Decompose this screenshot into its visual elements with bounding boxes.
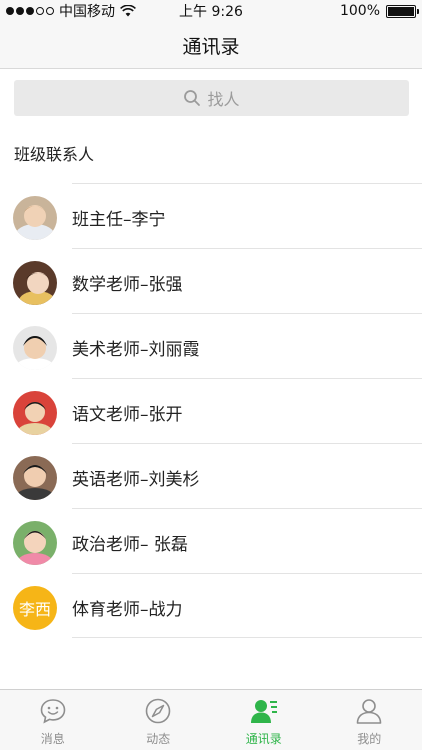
section-title: 班级联系人: [14, 145, 95, 164]
tab-label: 动态: [146, 732, 171, 746]
tab-label: 消息: [40, 732, 65, 746]
contact-name: 美术老师–刘丽霞: [72, 340, 200, 360]
contact-row[interactable]: 美术老师–刘丽霞: [0, 313, 422, 378]
tab-feed[interactable]: 动态: [106, 690, 212, 750]
avatar: [13, 326, 57, 370]
status-bar: 中国移动 上午 9:26 100%: [0, 0, 422, 22]
avatar: [13, 391, 57, 435]
page-title: 通讯录: [182, 35, 240, 58]
contact-name: 体育老师–战力: [72, 600, 183, 620]
battery-percent: 100%: [339, 3, 380, 19]
contact-row[interactable]: 政治老师– 张磊: [0, 508, 422, 573]
navigation-bar: 通讯录: [0, 22, 422, 69]
contact-row[interactable]: 语文老师–张开: [0, 378, 422, 443]
search-icon: [184, 90, 201, 106]
avatar: 李西: [13, 586, 57, 630]
contact-list: 班主任–李宁 数学老师–张强 美术老师–刘丽霞 语文老师–张开 英语老师–刘美杉…: [0, 183, 422, 638]
tab-label: 我的: [357, 732, 382, 746]
avatar: [13, 521, 57, 565]
tab-bar: 消息 动态 通讯录 我的: [0, 689, 422, 750]
tab-profile[interactable]: 我的: [317, 690, 422, 750]
tab-label: 通讯录: [245, 732, 282, 746]
profile-icon: [356, 699, 382, 724]
compass-icon: [145, 698, 171, 724]
contact-row[interactable]: 班主任–李宁: [0, 183, 422, 248]
wifi-icon: [120, 5, 136, 17]
contacts-icon: [250, 700, 277, 723]
search-placeholder: 找人: [207, 90, 240, 109]
contact-name: 政治老师– 张磊: [72, 535, 188, 555]
contact-row[interactable]: 数学老师–张强: [0, 248, 422, 313]
battery-icon: [386, 4, 419, 18]
search-bar[interactable]: 找人: [14, 80, 409, 116]
carrier-label: 中国移动: [59, 4, 115, 20]
contact-name: 语文老师–张开: [72, 405, 183, 425]
tab-messages[interactable]: 消息: [0, 690, 106, 750]
chat-bubble-icon: [40, 699, 66, 724]
contact-name: 数学老师–张强: [72, 275, 183, 295]
avatar: [13, 261, 57, 305]
contact-row[interactable]: 英语老师–刘美杉: [0, 443, 422, 508]
tab-contacts[interactable]: 通讯录: [211, 690, 317, 750]
avatar: [13, 196, 57, 240]
avatar: [13, 456, 57, 500]
contact-name: 班主任–李宁: [72, 210, 166, 230]
contact-row[interactable]: 李西 体育老师–战力: [0, 573, 422, 638]
status-left: 中国移动: [6, 1, 136, 21]
signal-strength-icon: [6, 7, 54, 15]
contact-name: 英语老师–刘美杉: [72, 470, 200, 490]
status-right: 100%: [339, 3, 419, 19]
